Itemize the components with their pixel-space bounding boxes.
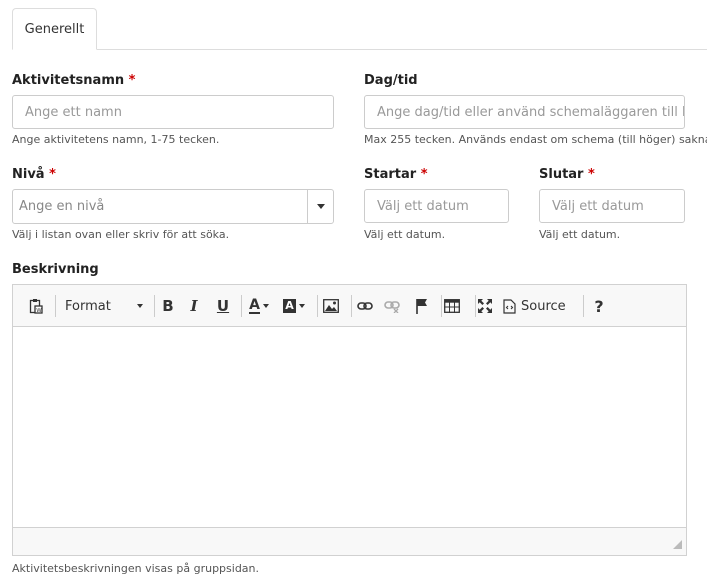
- text-color-icon: A: [249, 297, 260, 314]
- paste-icon[interactable]: W: [26, 295, 46, 317]
- background-color-icon: A: [283, 299, 296, 313]
- source-label: Source: [521, 298, 566, 314]
- ends-label-text: Slutar: [539, 167, 584, 182]
- ends-label: Slutar *: [539, 167, 595, 182]
- activity-name-help: Ange aktivitetens namn, 1-75 tecken.: [12, 133, 220, 146]
- chevron-down-icon: [262, 304, 269, 308]
- level-label-text: Nivå: [12, 167, 45, 182]
- toolbar-separator: [154, 295, 155, 317]
- tab-generellt[interactable]: Generellt: [12, 8, 97, 50]
- ends-date-input[interactable]: Välj ett datum: [539, 189, 685, 223]
- required-mark: *: [49, 167, 56, 182]
- activity-name-input[interactable]: Ange ett namn: [12, 95, 334, 129]
- level-select-placeholder: Ange en nivå: [19, 199, 105, 214]
- level-help: Välj i listan ovan eller skriv för att s…: [12, 228, 230, 241]
- table-icon[interactable]: [442, 295, 462, 317]
- unlink-icon[interactable]: [382, 295, 402, 317]
- ends-help: Välj ett datum.: [539, 228, 621, 241]
- format-dropdown[interactable]: Format: [59, 295, 147, 317]
- text-color-button[interactable]: A: [246, 295, 272, 317]
- source-icon: [503, 298, 516, 314]
- daytime-help: Max 255 tecken. Används endast om schema…: [364, 133, 707, 146]
- chevron-down-icon: [316, 204, 325, 209]
- chevron-down-icon: [137, 304, 143, 308]
- toolbar-separator: [55, 295, 56, 317]
- level-label: Nivå *: [12, 167, 56, 182]
- required-mark: *: [128, 73, 136, 88]
- activity-name-label-text: Aktivitetsnamn: [12, 73, 125, 88]
- toolbar-separator: [583, 295, 584, 317]
- tab-bar: Generellt: [12, 8, 707, 50]
- italic-button[interactable]: I: [185, 295, 203, 317]
- toolbar-separator: [317, 295, 318, 317]
- format-label: Format: [65, 298, 111, 314]
- daytime-input[interactable]: Ange dag/tid eller använd schemaläggaren…: [364, 95, 685, 129]
- required-mark: *: [420, 167, 428, 182]
- link-icon[interactable]: [355, 295, 375, 317]
- background-color-button[interactable]: A: [281, 295, 307, 317]
- chevron-down-icon: [298, 304, 305, 308]
- editor-status-bar: [13, 527, 686, 555]
- required-mark: *: [588, 167, 595, 182]
- starts-label-text: Startar: [364, 167, 417, 182]
- anchor-flag-icon[interactable]: [412, 295, 432, 317]
- source-button[interactable]: Source: [503, 295, 577, 317]
- toolbar-separator: [351, 295, 352, 317]
- underline-button[interactable]: U: [214, 295, 232, 317]
- starts-help: Välj ett datum.: [364, 228, 446, 241]
- description-label: Beskrivning: [12, 262, 99, 277]
- bold-button[interactable]: B: [159, 295, 177, 317]
- image-icon[interactable]: [321, 295, 341, 317]
- editor-content-area[interactable]: [13, 327, 686, 528]
- description-help: Aktivitetsbeskrivningen visas på gruppsi…: [12, 562, 260, 575]
- editor-toolbar: W Format B I U A A Source ?: [13, 285, 686, 327]
- level-select[interactable]: Ange en nivå: [12, 189, 334, 224]
- rich-text-editor: W Format B I U A A Source ?: [12, 284, 687, 556]
- starts-label: Startar *: [364, 167, 428, 182]
- daytime-label: Dag/tid: [364, 73, 418, 88]
- resize-handle-icon[interactable]: [673, 540, 682, 549]
- starts-date-input[interactable]: Välj ett datum: [364, 189, 509, 223]
- toolbar-separator: [241, 295, 242, 317]
- svg-text:W: W: [36, 308, 42, 314]
- maximize-icon[interactable]: [475, 295, 495, 317]
- activity-name-label: Aktivitetsnamn *: [12, 73, 135, 88]
- level-dropdown-button[interactable]: [307, 190, 333, 223]
- help-button[interactable]: ?: [590, 295, 608, 317]
